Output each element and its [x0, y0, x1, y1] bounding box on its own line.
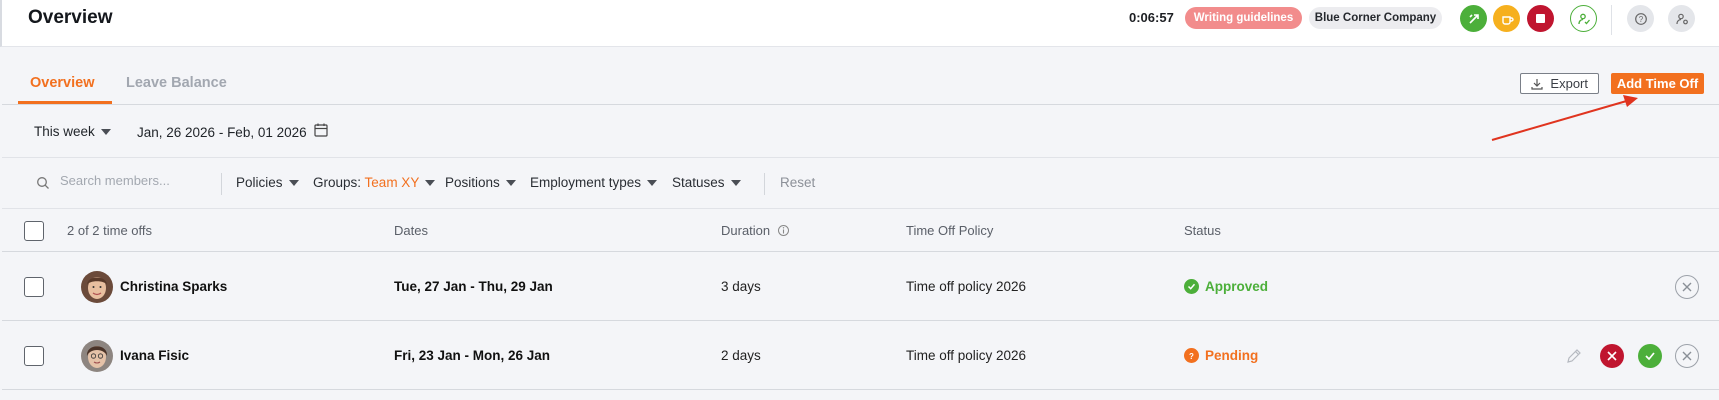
employment-types-filter-label: Employment types [530, 175, 642, 190]
period-dropdown[interactable]: This week [34, 124, 111, 139]
period-label: This week [34, 124, 95, 139]
groups-filter-value: Team XY [364, 175, 420, 190]
period-bar: This week Jan, 26 2026 - Feb, 01 2026 [2, 106, 1719, 158]
writing-guidelines-badge[interactable]: Writing guidelines [1185, 7, 1302, 29]
timer-display: 0:06:57 [1129, 10, 1174, 25]
check-circle-icon [1184, 279, 1199, 294]
approve-button[interactable] [1638, 344, 1662, 368]
column-status: Status [1184, 223, 1221, 238]
export-label: Export [1550, 76, 1588, 91]
switch-task-button[interactable] [1460, 5, 1487, 32]
groups-filter[interactable]: Groups: Team XY [313, 175, 436, 190]
company-switcher[interactable]: Blue Corner Company [1309, 7, 1442, 29]
time-off-duration: 2 days [721, 348, 761, 363]
close-icon [1607, 351, 1617, 361]
calendar-icon[interactable] [313, 122, 329, 138]
user-settings-icon [1675, 13, 1688, 24]
status-label: Approved [1205, 279, 1269, 294]
page-title: Overview [28, 7, 113, 28]
caret-down-icon [505, 180, 516, 187]
break-button[interactable] [1493, 5, 1520, 32]
switch-icon [1468, 13, 1479, 24]
active-tab-indicator [18, 101, 112, 104]
employment-types-filter[interactable]: Employment types [530, 175, 658, 190]
time-off-count: 2 of 2 time offs [67, 223, 153, 238]
positions-filter[interactable]: Positions [445, 175, 516, 190]
tab-leave-balance[interactable]: Leave Balance [126, 75, 227, 91]
time-off-policy: Time off policy 2026 [906, 348, 1027, 363]
avatar [81, 340, 113, 372]
profile-settings-button[interactable] [1668, 5, 1695, 32]
top-bar: Overview 0:06:57 Writing guidelines Blue… [0, 0, 1719, 47]
caret-down-icon [730, 180, 741, 187]
column-duration-label: Duration [721, 223, 771, 238]
help-button[interactable]: ? [1627, 5, 1654, 32]
time-off-duration: 3 days [721, 279, 761, 294]
avatar [81, 271, 113, 303]
reject-button[interactable] [1600, 344, 1624, 368]
search-input[interactable] [60, 173, 210, 188]
status-badge: ? Pending [1184, 348, 1258, 363]
download-icon [1531, 79, 1543, 90]
toolbar-divider [1611, 5, 1612, 35]
tab-bar: Overview Leave Balance Export Add Time O… [2, 47, 1719, 105]
reset-filters-button[interactable]: Reset [780, 175, 815, 190]
caret-down-icon [288, 180, 299, 187]
table-row[interactable]: Christina Sparks Tue, 27 Jan - Thu, 29 J… [2, 253, 1719, 321]
policies-filter[interactable]: Policies [236, 175, 299, 190]
coffee-icon [1501, 15, 1514, 25]
close-icon [1682, 351, 1692, 361]
select-all-checkbox[interactable] [24, 221, 44, 241]
check-icon [1645, 352, 1655, 361]
policies-filter-label: Policies [236, 175, 283, 190]
filter-divider [764, 173, 765, 195]
caret-down-icon [425, 180, 436, 187]
delete-button[interactable] [1675, 275, 1699, 299]
edit-button[interactable] [1562, 344, 1586, 368]
close-icon [1682, 282, 1692, 292]
time-off-policy: Time off policy 2026 [906, 279, 1027, 294]
stop-timer-button[interactable] [1527, 5, 1554, 32]
stop-icon [1536, 14, 1545, 23]
user-check-icon [1577, 13, 1590, 24]
help-icon: ? [1634, 12, 1647, 25]
svg-text:?: ? [1638, 15, 1643, 24]
column-dates: Dates [394, 223, 428, 238]
status-label: Pending [1205, 348, 1259, 363]
time-off-dates: Fri, 23 Jan - Mon, 26 Jan [394, 348, 551, 363]
svg-text:?: ? [1189, 352, 1194, 360]
status-badge: Approved [1184, 279, 1268, 294]
positions-filter-label: Positions [445, 175, 500, 190]
time-off-dates: Tue, 27 Jan - Thu, 29 Jan [394, 279, 553, 294]
table-row[interactable]: Ivana Fisic Fri, 23 Jan - Mon, 26 Jan 2 … [2, 322, 1719, 390]
question-circle-icon: ? [1184, 348, 1199, 363]
member-name: Christina Sparks [120, 279, 228, 294]
filter-bar: Policies Groups: Team XY Positions Emplo… [2, 159, 1719, 209]
column-duration: Duration [721, 223, 790, 238]
statuses-filter[interactable]: Statuses [672, 175, 741, 190]
statuses-filter-label: Statuses [672, 175, 725, 190]
table-header: 2 of 2 time offs Dates Duration Time Off… [2, 210, 1719, 252]
info-icon[interactable] [777, 224, 790, 237]
caret-down-icon [100, 129, 111, 136]
tab-overview[interactable]: Overview [30, 75, 95, 91]
member-name: Ivana Fisic [120, 348, 190, 363]
row-checkbox[interactable] [24, 277, 44, 297]
filter-divider [221, 173, 222, 195]
row-checkbox[interactable] [24, 346, 44, 366]
column-time-off-policy: Time Off Policy [906, 223, 994, 238]
groups-filter-label: Groups [313, 175, 358, 190]
user-status-button[interactable] [1570, 5, 1597, 32]
date-range-label[interactable]: Jan, 26 2026 - Feb, 01 2026 [137, 125, 307, 140]
search-icon [37, 177, 49, 189]
delete-button[interactable] [1675, 344, 1699, 368]
caret-down-icon [647, 180, 658, 187]
pencil-icon [1567, 349, 1581, 363]
